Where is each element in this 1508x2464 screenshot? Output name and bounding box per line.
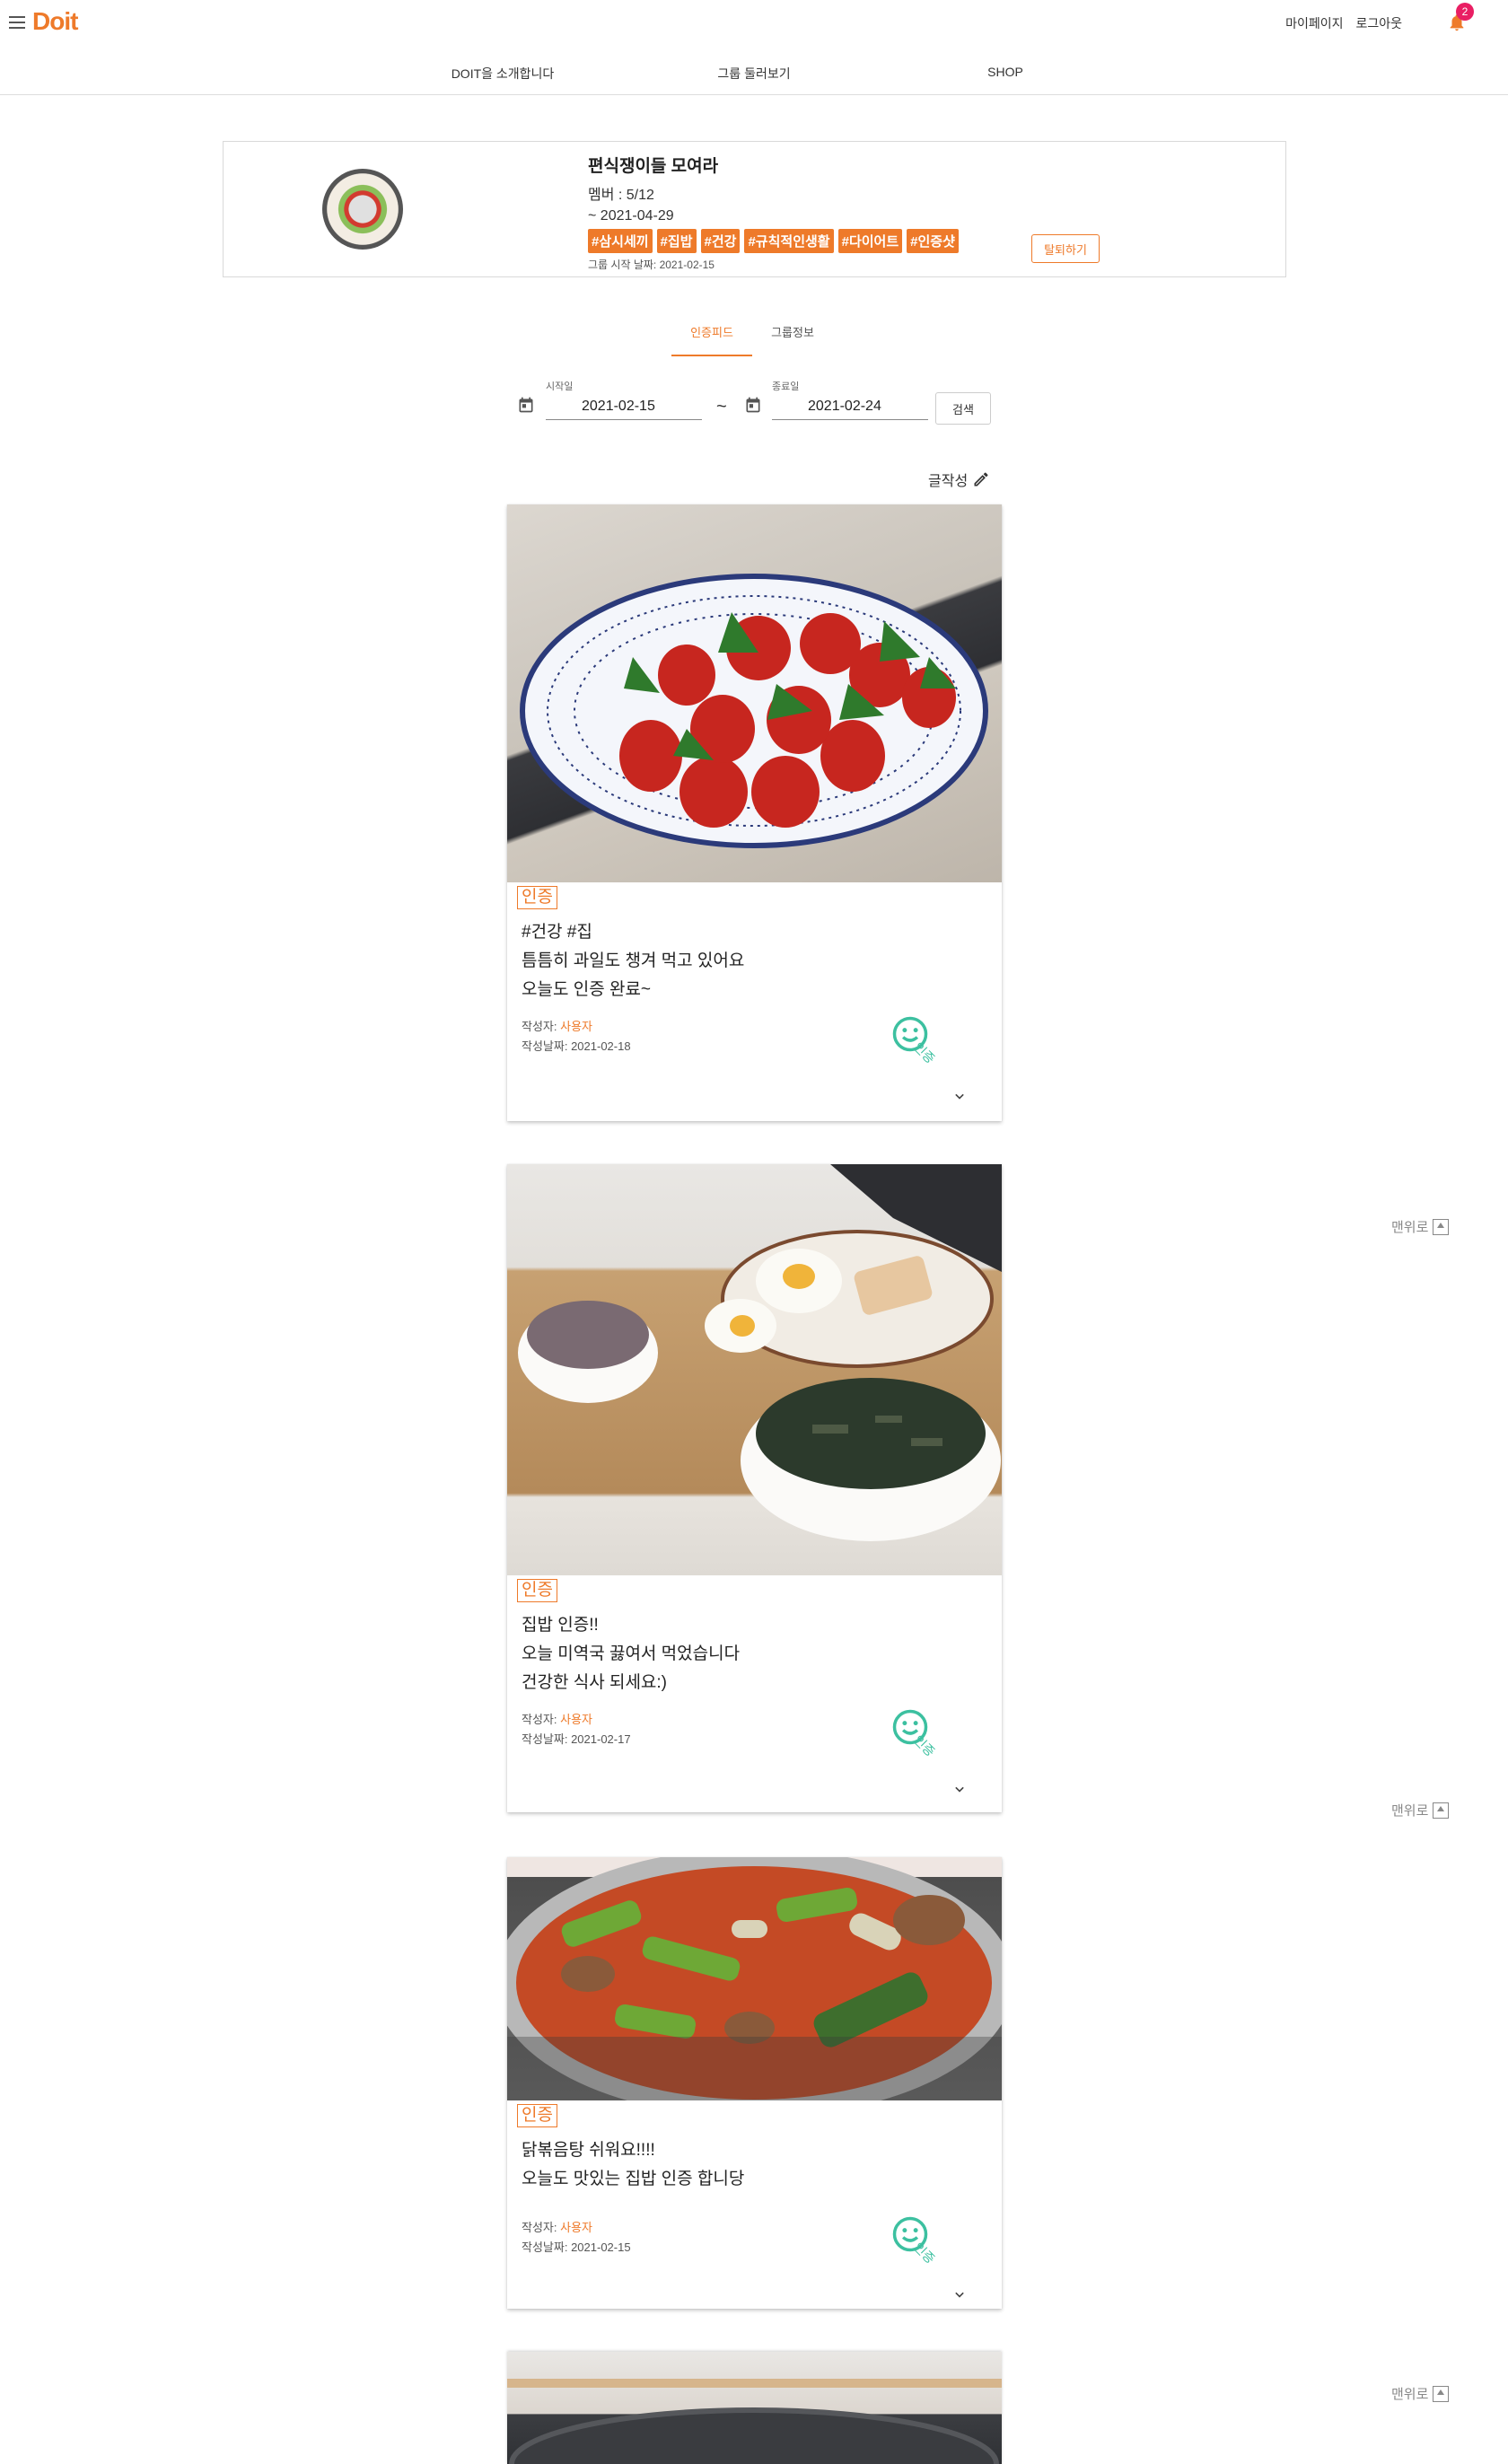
back-to-top[interactable]: 맨위로 (1391, 1217, 1450, 1236)
post-card: 인증 #건강 #집 틈틈히 과일도 챙겨 먹고 있어요 오늘도 인증 완료~ 작… (507, 504, 1002, 1121)
arrow-up-box-icon (1433, 2385, 1450, 2402)
post-meta: 작성자: 사용자 작성날짜: 2021-02-15 (522, 2218, 631, 2258)
nav-groups[interactable]: 그룹 둘러보기 (717, 65, 790, 83)
nav-about[interactable]: DOIT을 소개합니다 (452, 65, 555, 83)
arrow-up-box-icon (1433, 1218, 1450, 1235)
back-to-top[interactable]: 맨위로 (1391, 1801, 1450, 1820)
group-members: 멤버 : 5/12 (588, 188, 654, 203)
nav-shop[interactable]: SHOP (987, 65, 1023, 79)
calendar-icon[interactable] (517, 396, 535, 414)
group-name: 편식쟁이들 모여라 (588, 157, 719, 176)
back-to-top-label: 맨위로 (1391, 2387, 1429, 2402)
group-tags: #삼시세끼 #집밥 #건강 #규칙적인생활 #다이어트 #인증샷 (588, 229, 1037, 253)
tag: #집밥 (656, 229, 697, 253)
post-author-row: 작성자: 사용자 (522, 1017, 631, 1037)
pan-illustration (507, 2379, 1002, 2464)
strawberry-bowl-illustration (520, 574, 988, 848)
post-text: #건강 #집 틈틈히 과일도 챙겨 먹고 있어요 오늘도 인증 완료~ (522, 918, 744, 1004)
arrow-up-box-icon (1433, 1802, 1450, 1819)
post-line: 틈틈히 과일도 챙겨 먹고 있어요 (522, 951, 745, 970)
leave-group-button[interactable]: 탈퇴하기 (1031, 234, 1100, 263)
post-text: 닭볶음탕 쉬워요!!!! 오늘도 맛있는 집밥 인증 합니당 (522, 2136, 744, 2194)
tab-cert-feed[interactable]: 인증피드 (671, 319, 752, 356)
post-image[interactable] (507, 1857, 1002, 2100)
author-name[interactable]: 사용자 (560, 1713, 592, 1726)
post-text: 집밥 인증!! 오늘 미역국 끓여서 먹었습니다 건강한 식사 되세요:) (522, 1611, 740, 1697)
logout-link[interactable]: 로그아웃 (1355, 14, 1402, 32)
end-date-label: 종료일 (772, 381, 800, 392)
group-info: 편식쟁이들 모여라 멤버 : 5/12 ~ 2021-04-29 #삼시세끼 #… (588, 153, 1037, 272)
calendar-icon[interactable] (744, 396, 762, 414)
post-image[interactable] (507, 1164, 1002, 1575)
post-card: 인증 닭볶음탕 쉬워요!!!! 오늘도 맛있는 집밥 인증 합니당 작성자: 사… (507, 1857, 1002, 2309)
post-line: 오늘도 맛있는 집밥 인증 합니당 (522, 2170, 745, 2188)
cert-chip: 인증 (517, 886, 557, 909)
author-label: 작성자: (522, 1713, 561, 1726)
post-author-row: 작성자: 사용자 (522, 1710, 631, 1730)
date-search: 시작일 2021-02-15 ~ 종료일 2021-02-24 검색 (0, 377, 1508, 431)
menu-icon[interactable] (9, 16, 25, 29)
post-line: #건강 #집 (522, 923, 592, 942)
post-line: 오늘도 인증 완료~ (522, 980, 652, 999)
end-date-field[interactable]: 종료일 2021-02-24 (772, 377, 928, 420)
post-line: 오늘 미역국 끓여서 먹었습니다 (522, 1644, 741, 1663)
cert-chip: 인증 (517, 2104, 557, 2127)
post-date: 작성날짜: 2021-02-18 (522, 1039, 631, 1053)
chevron-down-icon[interactable] (951, 2285, 969, 2303)
top-bar: Doit 마이페이지 로그아웃 2 (0, 0, 1508, 45)
post-card: 인증 집밥 인증!! 오늘 미역국 끓여서 먹었습니다 건강한 식사 되세요:)… (507, 1164, 1002, 1812)
write-post-label: 글작성 (928, 474, 969, 489)
post-meta: 작성자: 사용자 작성날짜: 2021-02-18 (522, 1017, 631, 1057)
post-image[interactable] (507, 504, 1002, 882)
feed-tabs: 인증피드 그룹정보 (671, 319, 842, 356)
post-image[interactable] (507, 2352, 1002, 2464)
tag: #다이어트 (837, 229, 903, 253)
author-name[interactable]: 사용자 (560, 1020, 592, 1033)
post-meta: 작성자: 사용자 작성날짜: 2021-02-17 (522, 1710, 631, 1749)
chicken-stew-illustration (507, 1857, 1002, 2100)
post-line: 닭볶음탕 쉬워요!!!! (522, 2141, 655, 2160)
date-separator: ~ (716, 397, 727, 417)
post-card (507, 2352, 1002, 2464)
tag: #삼시세끼 (588, 229, 653, 253)
back-to-top-label: 맨위로 (1391, 1803, 1429, 1819)
author-label: 작성자: (522, 2221, 561, 2234)
main-nav: DOIT을 소개합니다 그룹 둘러보기 SHOP (0, 45, 1508, 95)
author-name[interactable]: 사용자 (560, 2221, 592, 2234)
start-date-field[interactable]: 시작일 2021-02-15 (546, 377, 702, 420)
notification-badge: 2 (1456, 3, 1474, 21)
group-start-date: 그룹 시작 날짜: 2021-02-15 (588, 259, 715, 271)
chevron-down-icon[interactable] (951, 1087, 969, 1105)
end-date-value: 2021-02-24 (808, 399, 881, 414)
tag: #인증샷 (907, 229, 959, 253)
tag: #규칙적인생활 (744, 229, 834, 253)
back-to-top[interactable]: 맨위로 (1391, 2384, 1450, 2403)
pencil-icon (974, 472, 988, 487)
post-line: 건강한 식사 되세요:) (522, 1673, 668, 1692)
post-date: 작성날짜: 2021-02-17 (522, 1732, 631, 1746)
group-period: ~ 2021-04-29 (588, 208, 674, 224)
post-author-row: 작성자: 사용자 (522, 2218, 631, 2238)
cert-chip: 인증 (517, 1579, 557, 1602)
header-links: 마이페이지 로그아웃 (1285, 14, 1402, 32)
start-date-label: 시작일 (546, 381, 574, 392)
logo[interactable]: Doit (32, 7, 78, 36)
mypage-link[interactable]: 마이페이지 (1285, 14, 1343, 32)
back-to-top-label: 맨위로 (1391, 1220, 1429, 1235)
search-button[interactable]: 검색 (935, 392, 991, 425)
chevron-down-icon[interactable] (951, 1780, 969, 1798)
post-line: 집밥 인증!! (522, 1616, 599, 1635)
group-image (322, 169, 403, 250)
post-date: 작성날짜: 2021-02-15 (522, 2240, 631, 2254)
group-card: 편식쟁이들 모여라 멤버 : 5/12 ~ 2021-04-29 #삼시세끼 #… (223, 141, 1286, 277)
tab-group-info[interactable]: 그룹정보 (752, 319, 833, 356)
home-meal-illustration (518, 1164, 1002, 1541)
start-date-value: 2021-02-15 (582, 399, 655, 414)
author-label: 작성자: (522, 1020, 561, 1033)
tag: #건강 (700, 229, 741, 253)
write-post-button[interactable]: 글작성 (928, 469, 990, 490)
